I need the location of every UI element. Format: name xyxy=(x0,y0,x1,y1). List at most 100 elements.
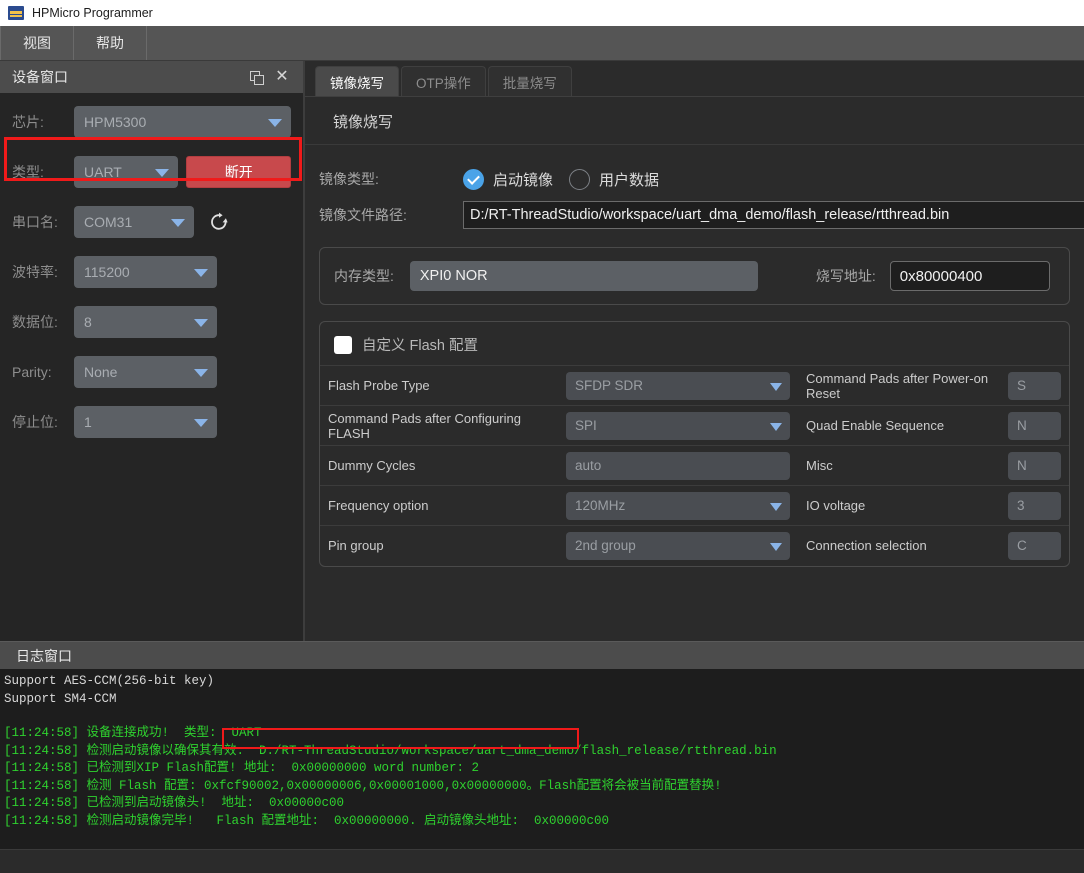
stopbits-label: 停止位: xyxy=(12,414,58,430)
pin-group-value: 2nd group xyxy=(575,538,636,554)
databits-select[interactable]: 8 xyxy=(74,306,217,338)
radio-user-data[interactable]: 用户数据 xyxy=(569,168,660,190)
frequency-option-select[interactable]: 120MHz xyxy=(566,491,790,520)
baud-label: 波特率: xyxy=(12,264,58,280)
cmd-pads-config-value: SPI xyxy=(575,418,597,433)
cmd-pads-power-on-label: Command Pads after Power-on Reset xyxy=(798,365,1000,406)
tab-content: 镜像烧写 镜像类型: 启动镜像 用户数据 镜像文件路径: D:/RT-Threa… xyxy=(305,97,1084,641)
chevron-down-icon xyxy=(770,502,782,511)
main-panel: 镜像烧写 OTP操作 批量烧写 镜像烧写 镜像类型: 启动镜像 用户数据 镜像文… xyxy=(304,61,1084,641)
field-chip: 芯片: HPM5300 xyxy=(12,105,291,139)
device-panel-body: 芯片: HPM5300 类型: UART 断开 串口名: COM31 波特率: … xyxy=(0,93,303,641)
device-panel-title: 设备窗口 xyxy=(12,69,68,85)
cmd-pads-config-label: Command Pads after Configuring FLASH xyxy=(320,405,558,446)
port-value: COM31 xyxy=(84,214,133,230)
quad-enable-sequence-cell: N xyxy=(1000,405,1069,446)
radio-checked-icon xyxy=(463,168,484,190)
parity-select[interactable]: None xyxy=(74,356,217,388)
stopbits-value: 1 xyxy=(84,414,92,430)
chevron-down-icon xyxy=(194,319,208,327)
io-voltage-select[interactable]: 3 xyxy=(1008,491,1061,520)
cmd-pads-power-on-select[interactable]: S xyxy=(1008,371,1061,400)
log-line: [11:24:58] 已检测到启动镜像头! 地址: 0x00000c00 xyxy=(4,796,345,810)
app-icon xyxy=(8,6,24,20)
image-path-input[interactable]: D:/RT-ThreadStudio/workspace/uart_dma_de… xyxy=(463,201,1084,229)
chip-select[interactable]: HPM5300 xyxy=(74,106,291,138)
connection-selection-select[interactable]: C xyxy=(1008,531,1061,560)
tab-batch-program[interactable]: 批量烧写 xyxy=(487,66,572,96)
connection-selection-value: C xyxy=(1017,538,1027,554)
restore-button[interactable] xyxy=(243,66,269,88)
table-row: Flash Probe Type SFDP SDR Command Pads a… xyxy=(320,365,1069,406)
flash-probe-type-select[interactable]: SFDP SDR xyxy=(566,371,790,400)
chevron-down-icon xyxy=(194,269,208,277)
radio-user-data-label: 用户数据 xyxy=(599,171,660,189)
menu-item-help[interactable]: 帮助 xyxy=(74,26,147,60)
row-image-type: 镜像类型: 启动镜像 用户数据 xyxy=(305,161,1084,197)
flash-config-group: 自定义 Flash 配置 Flash Probe Type SFDP SDR C… xyxy=(319,321,1070,567)
close-button[interactable]: ✕ xyxy=(269,66,295,88)
log-output[interactable]: Support AES-CCM(256-bit key) Support SM4… xyxy=(0,669,1084,849)
tab-otp[interactable]: OTP操作 xyxy=(401,66,486,96)
stopbits-select[interactable]: 1 xyxy=(74,406,217,438)
quad-enable-sequence-label: Quad Enable Sequence xyxy=(798,405,1000,446)
log-line: [11:24:58] 检测启动镜像完毕! Flash 配置地址: 0x00000… xyxy=(4,813,610,828)
chip-label: 芯片: xyxy=(12,114,44,130)
cmd-pads-power-on-value: S xyxy=(1017,378,1027,393)
status-bar xyxy=(0,849,1084,873)
radio-unchecked-icon xyxy=(569,168,591,190)
chevron-down-icon xyxy=(268,119,282,127)
dummy-cycles-input[interactable]: auto xyxy=(566,451,790,480)
frequency-option-cell: 120MHz xyxy=(558,485,798,526)
menu-item-view[interactable]: 视图 xyxy=(0,26,74,60)
section-title: 镜像烧写 xyxy=(305,97,1084,145)
quad-enable-sequence-value: N xyxy=(1017,418,1027,433)
baud-select[interactable]: 115200 xyxy=(74,256,217,288)
misc-select[interactable]: N xyxy=(1008,451,1061,480)
refresh-ports-button[interactable] xyxy=(206,209,232,235)
log-panel-title: 日志窗口 xyxy=(16,647,72,664)
type-value: UART xyxy=(84,164,122,180)
chevron-down-icon xyxy=(194,369,208,377)
databits-label: 数据位: xyxy=(12,314,58,330)
dummy-cycles-value: auto xyxy=(575,458,602,473)
radio-boot-image[interactable]: 启动镜像 xyxy=(463,168,553,190)
frequency-option-label: Frequency option xyxy=(320,485,558,526)
memory-type-select[interactable]: XPI0 NOR xyxy=(409,261,758,291)
table-row: Dummy Cycles auto Misc N xyxy=(320,445,1069,486)
custom-flash-config-checkbox[interactable] xyxy=(334,335,352,354)
chevron-down-icon xyxy=(171,219,185,227)
chip-value: HPM5300 xyxy=(84,114,147,130)
refresh-icon xyxy=(211,212,228,230)
field-baud: 波特率: 115200 xyxy=(12,255,291,289)
type-select[interactable]: UART xyxy=(74,156,179,188)
quad-enable-sequence-select[interactable]: N xyxy=(1008,411,1061,440)
io-voltage-cell: 3 xyxy=(1000,485,1069,526)
log-line: Support SM4-CCM xyxy=(4,691,117,706)
chevron-down-icon xyxy=(770,542,782,551)
io-voltage-label: IO voltage xyxy=(798,485,1000,526)
application-window: HPMicro Programmer 视图 帮助 设备窗口 ✕ 芯片: HPM5… xyxy=(0,0,1084,873)
log-line: [11:24:58] 已检测到XIP Flash配置! 地址: 0x000000… xyxy=(4,761,480,775)
cmd-pads-config-cell: SPI xyxy=(558,405,798,446)
form-area: 镜像类型: 启动镜像 用户数据 镜像文件路径: D:/RT-ThreadStud… xyxy=(305,145,1084,567)
connection-selection-label: Connection selection xyxy=(798,525,1000,566)
tab-image-program[interactable]: 镜像烧写 xyxy=(315,66,399,96)
disconnect-button[interactable]: 断开 xyxy=(186,156,291,188)
flash-probe-type-value: SFDP SDR xyxy=(575,378,644,393)
pin-group-select[interactable]: 2nd group xyxy=(566,531,790,560)
cmd-pads-config-select[interactable]: SPI xyxy=(566,411,790,440)
chevron-down-icon xyxy=(194,419,208,427)
menu-bar: 视图 帮助 xyxy=(0,26,1084,61)
misc-label: Misc xyxy=(798,445,1000,486)
chevron-down-icon xyxy=(770,382,782,391)
field-databits: 数据位: 8 xyxy=(12,305,291,339)
log-spacer xyxy=(4,708,1084,725)
flash-address-input[interactable]: 0x80000400 xyxy=(889,261,1050,291)
tab-bar: 镜像烧写 OTP操作 批量烧写 xyxy=(305,61,1084,97)
device-panel-header: 设备窗口 ✕ xyxy=(0,61,303,93)
type-label: 类型: xyxy=(12,164,44,180)
port-select[interactable]: COM31 xyxy=(74,206,194,238)
databits-value: 8 xyxy=(84,314,92,330)
connection-selection-cell: C xyxy=(1000,525,1069,566)
